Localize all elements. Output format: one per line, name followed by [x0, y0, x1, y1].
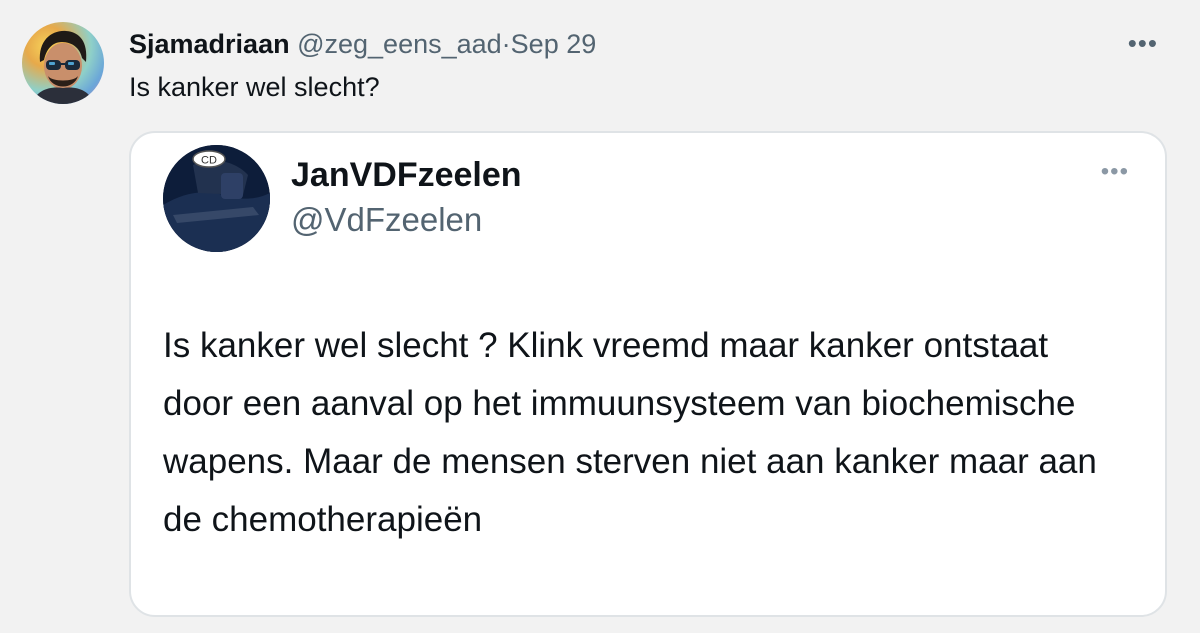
car-interior-icon: CD: [163, 145, 270, 252]
user-portrait-icon: [32, 30, 94, 104]
tweet-date[interactable]: Sep 29: [511, 29, 597, 59]
quoted-tweet-text: Is kanker wel slecht ? Klink vreemd maar…: [163, 326, 1097, 539]
display-name[interactable]: Sjamadriaan: [129, 29, 290, 59]
avatar[interactable]: [22, 22, 104, 104]
quoted-avatar[interactable]: CD: [163, 145, 270, 252]
quoted-tweet-card[interactable]: CD JanVDFzeelen @VdFzeelen ••• Is kanker…: [129, 131, 1167, 617]
quoted-display-name[interactable]: JanVDFzeelen: [291, 155, 522, 195]
tweet: Sjamadriaan @zeg_eens_aad·Sep 29 ••• Is …: [0, 0, 1200, 633]
quoted-user-handle[interactable]: @VdFzeelen: [291, 200, 482, 240]
quoted-more-options-icon[interactable]: •••: [1101, 160, 1129, 184]
tweet-text: Is kanker wel slecht?: [129, 72, 380, 102]
separator-dot: ·: [501, 29, 511, 59]
user-handle[interactable]: @zeg_eens_aad: [297, 29, 502, 59]
more-options-icon[interactable]: •••: [1128, 30, 1158, 56]
tweet-header: Sjamadriaan @zeg_eens_aad·Sep 29: [129, 27, 596, 61]
cd-badge: CD: [201, 155, 217, 167]
